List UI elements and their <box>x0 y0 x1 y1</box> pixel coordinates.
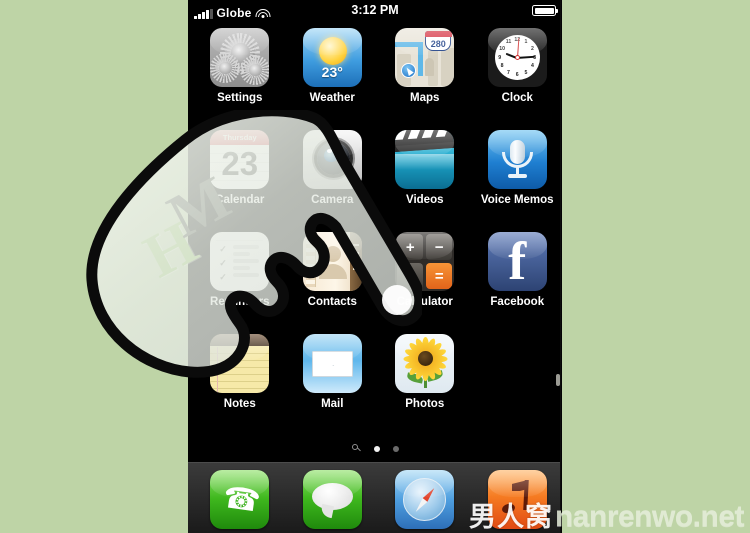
calc-key-minus: − <box>426 234 453 260</box>
app-row-1: Settings 23° Weather 280 Maps 1 2 4 5 6 … <box>188 28 562 130</box>
dock-item-messages[interactable] <box>288 470 378 533</box>
page-indicator <box>188 444 562 453</box>
app-label: Voice Memos <box>480 194 554 206</box>
weather-sun-icon[interactable]: 23° <box>302 28 362 87</box>
app-label: Photos <box>405 398 445 410</box>
page-dot-active[interactable] <box>373 445 380 452</box>
app-maps[interactable]: 280 Maps <box>380 28 470 130</box>
message-bubble-icon[interactable] <box>302 470 362 529</box>
app-camera[interactable]: Camera <box>288 130 378 232</box>
app-voice-memos[interactable]: Voice Memos <box>473 130 563 232</box>
app-label: Videos <box>406 194 444 206</box>
dock-item-phone[interactable]: ☎ <box>195 470 285 533</box>
mail-envelope-icon[interactable] <box>302 334 362 393</box>
app-slot-empty <box>473 334 563 436</box>
app-label: Contacts <box>307 296 357 308</box>
app-label: Mail <box>321 398 344 410</box>
page-dot[interactable] <box>392 445 399 452</box>
app-label: Maps <box>410 92 440 104</box>
app-label: Weather <box>309 92 355 104</box>
status-bar-clock: 3:12 PM <box>351 3 399 17</box>
dock-item-safari[interactable] <box>380 470 470 533</box>
route-number: 280 <box>430 39 446 49</box>
app-weather[interactable]: 23° Weather <box>288 28 378 130</box>
maps-icon[interactable]: 280 <box>395 28 455 87</box>
facebook-f-glyph: f <box>508 232 527 291</box>
route-shield-280: 280 <box>424 30 452 51</box>
weather-temperature: 23° <box>321 64 343 80</box>
facebook-icon[interactable]: f <box>487 232 547 291</box>
device-edge-mark <box>556 374 560 386</box>
watermark-site-url: nanrenwo.net <box>554 500 745 533</box>
calc-key-plus: + <box>397 234 424 260</box>
app-row-4: Notes Mail Photos <box>188 334 562 436</box>
app-label: Calculator <box>396 296 453 308</box>
app-label: Notes <box>223 398 256 410</box>
app-label: Facebook <box>490 296 545 308</box>
photos-sunflower-icon[interactable] <box>395 334 455 393</box>
calc-key-multiply: × <box>397 263 424 289</box>
battery-icon <box>532 5 558 16</box>
phone-screen: Globe 3:12 PM Settings 23° Weather 280 M… <box>188 0 562 533</box>
camera-lens-icon[interactable] <box>302 130 362 189</box>
calc-key-equals: = <box>426 263 453 289</box>
app-contacts[interactable]: Contacts <box>288 232 378 334</box>
app-facebook[interactable]: f Facebook <box>473 232 563 334</box>
safari-compass-icon[interactable] <box>395 470 455 529</box>
settings-gears-icon[interactable] <box>210 28 270 87</box>
location-pin-icon <box>401 63 417 78</box>
app-label: Camera <box>311 194 354 206</box>
phone-handset-icon[interactable]: ☎ <box>210 470 270 529</box>
app-photos[interactable]: Photos <box>380 334 470 436</box>
search-magnifier-icon[interactable] <box>351 444 361 453</box>
app-label: Clock <box>501 92 533 104</box>
watermark-brand-cn: 男人窝 <box>468 502 553 532</box>
contacts-book-icon[interactable] <box>302 232 362 291</box>
screenshot-canvas: Globe 3:12 PM Settings 23° Weather 280 M… <box>0 0 750 533</box>
app-clock[interactable]: 121234567891011 Clock <box>473 28 563 130</box>
calculator-icon[interactable]: + − × = <box>395 232 455 291</box>
microphone-icon[interactable] <box>487 130 547 189</box>
notes-pad-icon[interactable] <box>210 334 270 393</box>
app-notes[interactable]: Notes <box>195 334 285 436</box>
site-watermark: 男人窝 nanrenwo.net <box>468 497 745 533</box>
status-bar: Globe 3:12 PM <box>188 0 562 21</box>
app-label: Reminders <box>210 296 270 308</box>
app-mail[interactable]: Mail <box>288 334 378 436</box>
app-calculator[interactable]: + − × = Calculator <box>380 232 470 334</box>
clock-face-icon[interactable]: 121234567891011 <box>487 28 547 87</box>
app-label: Settings <box>217 92 263 104</box>
app-settings[interactable]: Settings <box>195 28 285 130</box>
app-videos[interactable]: Videos <box>380 130 470 232</box>
videos-clapper-icon[interactable] <box>395 130 455 189</box>
